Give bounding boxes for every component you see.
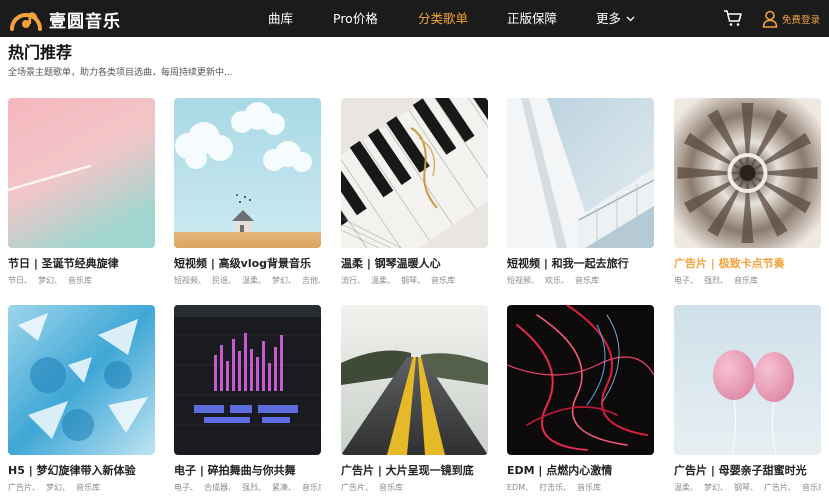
- tag: 电子、: [674, 276, 698, 285]
- tag: 广告片、: [764, 483, 796, 492]
- tag: 音乐库: [734, 276, 758, 285]
- playlist-cover-clouds-house[interactable]: [174, 98, 321, 248]
- playlist-cover-piano[interactable]: [341, 98, 488, 248]
- playlist-title[interactable]: 节日 | 圣诞节经典旋律: [8, 257, 155, 271]
- tag: 民谣、: [212, 276, 236, 285]
- playlist-card[interactable]: H5 | 梦幻旋律带入新体验 广告片、 梦幻、 音乐库: [8, 305, 155, 494]
- playlist-tags: 温柔、梦幻、钢琴、广告片、音乐库: [674, 482, 821, 494]
- tag: 梦幻、: [704, 483, 728, 492]
- playlist-cover-light-trails[interactable]: [507, 305, 654, 455]
- tag: 音乐库: [802, 483, 821, 492]
- playlist-tags: EDM、 打击乐、 音乐库: [507, 482, 654, 494]
- playlist-title[interactable]: H5 | 梦幻旋律带入新体验: [8, 464, 155, 478]
- playlist-cover-pink-sky[interactable]: [8, 98, 155, 248]
- playlist-tags: 短视频、 欢乐、 音乐库: [507, 275, 654, 287]
- tag: 音乐库: [379, 483, 403, 492]
- tag: 梦幻、: [38, 276, 62, 285]
- tag: 音乐库: [575, 276, 599, 285]
- nav-item-library[interactable]: 曲库: [268, 11, 293, 27]
- nav-item-pro-pricing[interactable]: Pro价格: [333, 11, 378, 27]
- tag: 温柔、: [371, 276, 395, 285]
- chevron-down-icon: [626, 16, 635, 22]
- playlist-cover-kaleidoscope[interactable]: [674, 98, 821, 248]
- section-title: 热门推荐: [8, 43, 73, 62]
- tag: 短视频、: [507, 276, 539, 285]
- playlist-title[interactable]: 短视频 | 高级vlog背景音乐: [174, 257, 321, 271]
- nav-item-more[interactable]: 更多: [596, 11, 635, 27]
- tag: 欢乐、: [545, 276, 569, 285]
- playlist-title[interactable]: 广告片 | 极致卡点节奏: [674, 257, 821, 271]
- tag: 电子、: [174, 483, 198, 492]
- tag: 音乐库: [302, 483, 321, 492]
- nav-item-copyright[interactable]: 正版保障: [507, 11, 557, 27]
- tag: 音乐库: [76, 483, 100, 492]
- tag: 音乐库: [577, 483, 602, 492]
- tag: 钢琴、: [734, 483, 758, 492]
- tag: 强烈、: [242, 483, 266, 492]
- playlist-tags: 节日、 梦幻、 音乐库: [8, 275, 155, 287]
- tag: 广告片、: [8, 483, 40, 492]
- playlist-card[interactable]: 短视频 | 高级vlog背景音乐 短视频、民谣、温柔、梦幻、吉他...: [174, 98, 321, 287]
- tag: 短视频、: [174, 276, 206, 285]
- tag: 吉他...: [302, 276, 321, 285]
- playlist-cover-watercolor[interactable]: [8, 305, 155, 455]
- playlist-cover-balloons[interactable]: [674, 305, 821, 455]
- playlist-cover-building[interactable]: [507, 98, 654, 248]
- playlist-title[interactable]: 温柔 | 钢琴温暖人心: [341, 257, 488, 271]
- tag: EDM、: [507, 483, 534, 492]
- tag: 节日、: [8, 276, 32, 285]
- tag: 梦幻、: [272, 276, 296, 285]
- playlist-card[interactable]: 电子 | 碎拍舞曲与你共舞 电子、合成器、强烈、紧凑、音乐库: [174, 305, 321, 494]
- playlist-card[interactable]: 广告片 | 极致卡点节奏 电子、 强烈、 音乐库: [674, 98, 821, 287]
- tag: 流行、: [341, 276, 365, 285]
- top-nav-bar: 壹圆音乐 曲库 Pro价格 分类歌单 正版保障 更多 免费登录: [0, 0, 829, 37]
- playlist-tags: 广告片、 梦幻、 音乐库: [8, 482, 155, 494]
- login-button[interactable]: 免费登录: [762, 9, 820, 29]
- login-label: 免费登录: [782, 15, 821, 26]
- playlist-title[interactable]: EDM | 点燃内心激情: [507, 464, 654, 478]
- user-icon: [762, 10, 778, 28]
- playlist-tags: 流行、 温柔、 钢琴、 音乐库: [341, 275, 488, 287]
- playlist-title[interactable]: 广告片 | 大片呈现一镜到底: [341, 464, 488, 478]
- tag: 温柔、: [674, 483, 698, 492]
- playlist-tags: 短视频、民谣、温柔、梦幻、吉他...: [174, 275, 321, 287]
- tag: 合成器、: [204, 483, 236, 492]
- nav-item-playlists[interactable]: 分类歌单: [418, 11, 468, 27]
- tag: 广告片、: [341, 483, 373, 492]
- brand-name: 壹圆音乐: [49, 11, 121, 32]
- tag: 梦幻、: [46, 483, 70, 492]
- playlist-card[interactable]: 广告片 | 母婴亲子甜蜜时光 温柔、梦幻、钢琴、广告片、音乐库: [674, 305, 821, 494]
- playlist-title[interactable]: 电子 | 碎拍舞曲与你共舞: [174, 464, 321, 478]
- playlist-card[interactable]: 温柔 | 钢琴温暖人心 流行、 温柔、 钢琴、 音乐库: [341, 98, 488, 287]
- playlist-tags: 广告片、 音乐库: [341, 482, 488, 494]
- nav-more-label: 更多: [596, 11, 622, 26]
- tag: 音乐库: [68, 276, 92, 285]
- playlist-tags: 电子、 强烈、 音乐库: [674, 275, 821, 287]
- playlist-card[interactable]: 广告片 | 大片呈现一镜到底 广告片、 音乐库: [341, 305, 488, 494]
- playlist-card[interactable]: 短视频 | 和我一起去旅行 短视频、 欢乐、 音乐库: [507, 98, 654, 287]
- tag: 音乐库: [431, 276, 455, 285]
- tag: 温柔、: [242, 276, 266, 285]
- tag: 紧凑、: [272, 483, 296, 492]
- brand-logo[interactable]: 壹圆音乐: [8, 5, 121, 33]
- tag: 打击乐、: [539, 483, 572, 492]
- tag: 钢琴、: [401, 276, 425, 285]
- playlist-tags: 电子、合成器、强烈、紧凑、音乐库: [174, 482, 321, 494]
- playlist-title[interactable]: 短视频 | 和我一起去旅行: [507, 257, 654, 271]
- playlist-card[interactable]: EDM | 点燃内心激情 EDM、 打击乐、 音乐库: [507, 305, 654, 494]
- playlist-title[interactable]: 广告片 | 母婴亲子甜蜜时光: [674, 464, 821, 478]
- logo-icon: [10, 11, 42, 31]
- playlist-cover-road[interactable]: [341, 305, 488, 455]
- section-subtitle: 全场景主题歌单，助力各类项目选曲，每周持续更新中...: [8, 68, 233, 78]
- playlist-card[interactable]: 节日 | 圣诞节经典旋律 节日、 梦幻、 音乐库: [8, 98, 155, 287]
- playlist-cover-daw[interactable]: [174, 305, 321, 455]
- tag: 强烈、: [704, 276, 728, 285]
- cart-icon[interactable]: [723, 9, 743, 27]
